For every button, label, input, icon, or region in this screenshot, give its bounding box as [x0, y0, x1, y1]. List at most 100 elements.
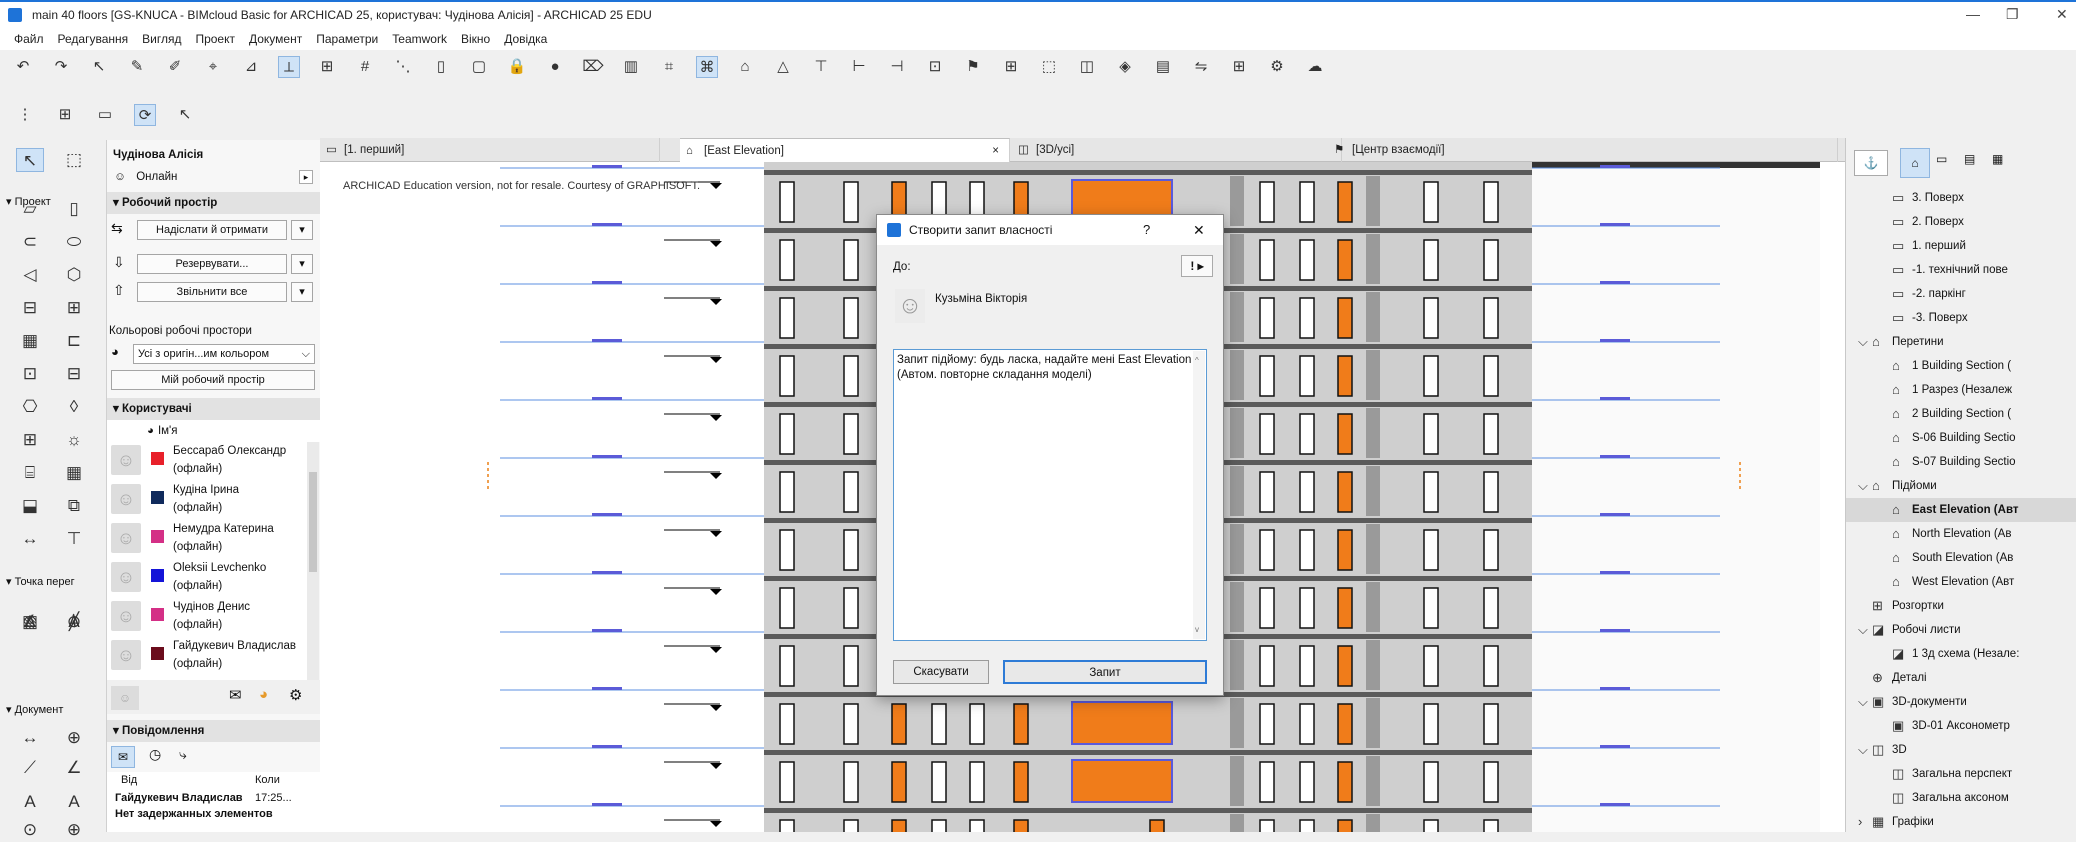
filter-icon[interactable]: ⌦	[582, 56, 604, 78]
zones-icon[interactable]: ▥	[620, 56, 642, 78]
cut-icon[interactable]: ⌘	[696, 56, 718, 78]
color-workspaces-select[interactable]: Усі з оригін...им кольором ⌵	[133, 344, 315, 364]
grid-icon[interactable]: #	[354, 56, 376, 78]
menu-item-1[interactable]: Редагування	[58, 32, 129, 46]
my-workspace-button[interactable]: Мій робочий простір	[111, 370, 315, 390]
messages-header[interactable]: ▾ Повідомлення	[107, 720, 321, 742]
mass-tool-icon[interactable]: ▦	[60, 461, 88, 485]
magic-icon[interactable]: ⌖	[202, 56, 224, 78]
menu-item-6[interactable]: Teamwork	[392, 32, 447, 46]
navigator-item[interactable]: ◪ 1 3д схема (Незале:	[1846, 642, 2076, 666]
undo-icon[interactable]: ↶	[12, 56, 34, 78]
cancel-button[interactable]: Скасувати	[893, 660, 989, 684]
navigator-item[interactable]: ▭ -3. Поверх	[1846, 306, 2076, 330]
text-doc-tool-1-icon[interactable]: A	[60, 790, 88, 814]
text-doc-tool-0-icon[interactable]: A	[16, 790, 44, 814]
door-icon[interactable]: ▢	[468, 56, 490, 78]
zoom-doc-tool-1-icon[interactable]: ⊕	[60, 818, 88, 842]
hotspot-tool-icon[interactable]: ⊙	[60, 610, 88, 634]
morph-tool-icon[interactable]: ◊	[60, 395, 88, 419]
send-receive-button[interactable]: Надіслати й отримати	[137, 220, 287, 240]
chevron-down-icon[interactable]: ⌵	[1858, 690, 1868, 714]
slab-tool-icon[interactable]: ⬭	[60, 230, 88, 254]
roof-tool-icon[interactable]: ◁	[16, 263, 44, 287]
publisher-icon[interactable]: ▦	[1992, 152, 2003, 166]
syringe-icon[interactable]: ✐	[164, 56, 186, 78]
textarea-scrollbar[interactable]: ^ v	[1193, 351, 1205, 639]
restore-icon[interactable]: ❐	[2006, 6, 2019, 23]
eyedropper-icon[interactable]: ✎	[126, 56, 148, 78]
measure-icon[interactable]: ⌗	[658, 56, 680, 78]
navigator-item[interactable]: ⌂ West Elevation (Авт	[1846, 570, 2076, 594]
send-receive-dropdown[interactable]: ▾	[291, 220, 313, 240]
menu-item-0[interactable]: Файл	[14, 32, 44, 46]
menu-item-4[interactable]: Документ	[249, 32, 302, 46]
pointer-icon[interactable]: ↖	[88, 56, 110, 78]
dimension-doc-tool-1-icon[interactable]: ⊕	[60, 726, 88, 750]
users-name-column[interactable]: ◕ Ім'я	[107, 420, 321, 442]
messages-request-icon[interactable]: ⤷	[179, 746, 187, 763]
offset-icon[interactable]: ⊣	[886, 56, 908, 78]
navigator-item[interactable]: ⊕ Деталі	[1846, 666, 2076, 690]
toolbar-grip-icon[interactable]: ⋮	[14, 104, 36, 126]
navigator-item[interactable]: ◫ Загальна аксоном	[1846, 786, 2076, 810]
window-tool-icon[interactable]: ⊡	[16, 362, 44, 386]
menu-item-7[interactable]: Вікно	[461, 32, 490, 46]
user-avatar-icon[interactable]: ☺	[111, 686, 139, 710]
toolbox-section-viewpoint[interactable]: ▾ Точка перег	[6, 572, 104, 592]
navigator-item[interactable]: ▣ 3D-01 Аксонометр	[1846, 714, 2076, 738]
settings-icon[interactable]: ⚙	[1266, 56, 1288, 78]
model-icon[interactable]: ⊡	[924, 56, 946, 78]
flag-icon[interactable]: ⚑	[962, 56, 984, 78]
navigator-item[interactable]: ⌵ ⌂ Підйоми	[1846, 474, 2076, 498]
snap-icon[interactable]: ⊿	[240, 56, 262, 78]
close-icon[interactable]: ✕	[2056, 6, 2068, 23]
redo-icon[interactable]: ↷	[50, 56, 72, 78]
navigator-item[interactable]: ⌂ 1 Building Section (	[1846, 354, 2076, 378]
user-row[interactable]: ☺ Немудра Катерина (офлайн)	[111, 520, 307, 558]
zoom-doc-tool-0-icon[interactable]: ⊙	[16, 818, 44, 842]
color-icon[interactable]: ◕	[259, 686, 268, 703]
navigator-item[interactable]: ⌂ East Elevation (Авт	[1846, 498, 2076, 522]
online-status[interactable]: ☺ Онлайн ▸	[107, 166, 321, 188]
navigator-item[interactable]: ▭ -2. паркінг	[1846, 282, 2076, 306]
wall-tool-icon[interactable]: ▱	[16, 197, 44, 221]
layout-book-icon[interactable]: ▤	[1964, 152, 1975, 166]
plan-icon[interactable]: ⊞	[1000, 56, 1022, 78]
orbit-icon[interactable]: ⟳	[134, 104, 156, 126]
navigator-item[interactable]: ⌵ ◫ 3D	[1846, 738, 2076, 762]
request-message-textarea[interactable]: Запит підйому: будь ласка, надайте мені …	[893, 349, 1207, 641]
navigator-item[interactable]: ⌵ ▣ 3D-документи	[1846, 690, 2076, 714]
menu-item-5[interactable]: Параметри	[316, 32, 378, 46]
bulb-icon[interactable]: ●	[544, 56, 566, 78]
layer-combos-icon[interactable]: ▭	[94, 104, 116, 126]
status-arrow-icon[interactable]: ▸	[299, 170, 313, 184]
tab-3d[interactable]: ◫ [3D/усі]	[1012, 138, 1342, 162]
navigator-item[interactable]: ⌂ 2 Building Section (	[1846, 402, 2076, 426]
corner-window-tool-icon[interactable]: ⬓	[16, 494, 44, 518]
menu-item-3[interactable]: Проект	[195, 32, 235, 46]
mesh-tool-icon[interactable]: ⌸	[16, 461, 44, 485]
navigator-item[interactable]: ▭ -1. технічний пове	[1846, 258, 2076, 282]
home-icon[interactable]: ⌂	[734, 56, 756, 78]
floor-icon[interactable]: ▯	[430, 56, 452, 78]
navigator-item[interactable]: ⌵ ⌂ Перетини	[1846, 330, 2076, 354]
user-row[interactable]: ☺ Чудінов Денис (офлайн)	[111, 598, 307, 636]
chevron-down-icon[interactable]: ⌵	[1858, 738, 1868, 762]
shell-tool-icon[interactable]: ⬡	[60, 263, 88, 287]
beam-tool-icon[interactable]: ⊂	[16, 230, 44, 254]
trace-icon[interactable]: ⋱	[392, 56, 414, 78]
marquee-tool-icon[interactable]: ⬚	[60, 148, 88, 172]
messages-clock-icon[interactable]: ◷	[149, 746, 161, 763]
navigator-item[interactable]: › ▦ Графіки	[1846, 810, 2076, 834]
tab-elevation[interactable]: ⌂ [East Elevation] ×	[680, 138, 1010, 162]
railing-tool-icon[interactable]: ⊞	[60, 296, 88, 320]
navigator-item[interactable]: ⌂ 1 Разрез (Незалеж	[1846, 378, 2076, 402]
view-icon[interactable]: ⬚	[1038, 56, 1060, 78]
chevron-down-icon[interactable]: ⌵	[1858, 618, 1868, 642]
stack-icon[interactable]: ▤	[1152, 56, 1174, 78]
settings-icon[interactable]: ⚙	[289, 686, 302, 704]
priority-dropdown-icon[interactable]: ! ▸	[1181, 255, 1213, 277]
text-tool-icon[interactable]: A	[16, 610, 44, 634]
help-icon[interactable]: ?	[1143, 215, 1150, 245]
